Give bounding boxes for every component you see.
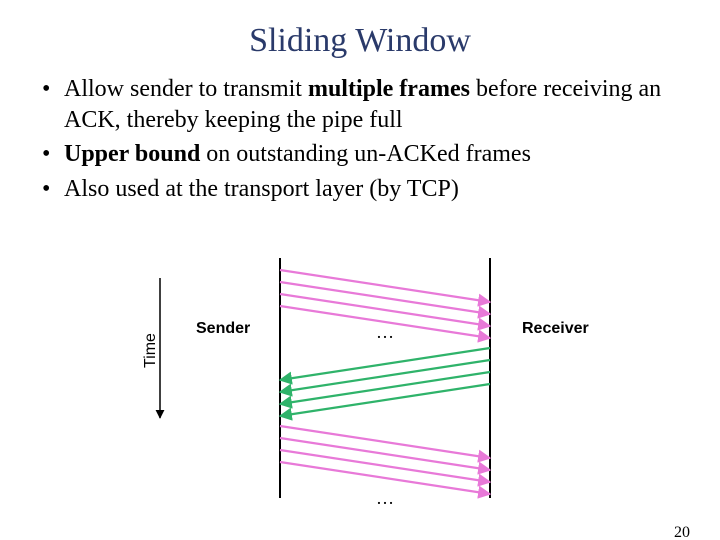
bullet-item: Also used at the transport layer (by TCP… bbox=[42, 174, 678, 205]
bullet-item: Upper bound on outstanding un-ACKed fram… bbox=[42, 139, 678, 170]
sender-label: Sender bbox=[196, 320, 250, 338]
svg-text:…: … bbox=[376, 488, 394, 508]
timeline-diagram: …… Sender Receiver Time bbox=[0, 258, 720, 518]
diagram-svg: …… bbox=[0, 258, 720, 518]
slide: Sliding Window Allow sender to transmit … bbox=[0, 22, 720, 540]
bullet-text-bold: Upper bound bbox=[64, 141, 200, 167]
time-axis-label: Time bbox=[142, 333, 160, 368]
svg-text:…: … bbox=[376, 322, 394, 342]
slide-title: Sliding Window bbox=[0, 22, 720, 60]
slide-number: 20 bbox=[674, 524, 690, 540]
bullet-text-bold: multiple frames bbox=[308, 76, 470, 102]
bullet-text-pre: Allow sender to transmit bbox=[64, 76, 308, 102]
receiver-label: Receiver bbox=[522, 320, 589, 338]
bullet-item: Allow sender to transmit multiple frames… bbox=[42, 74, 678, 135]
bullet-text-post: on outstanding un-ACKed frames bbox=[200, 141, 531, 167]
bullet-list: Allow sender to transmit multiple frames… bbox=[42, 74, 678, 205]
bullet-text-pre: Also used at the transport layer (by TCP… bbox=[64, 176, 459, 202]
